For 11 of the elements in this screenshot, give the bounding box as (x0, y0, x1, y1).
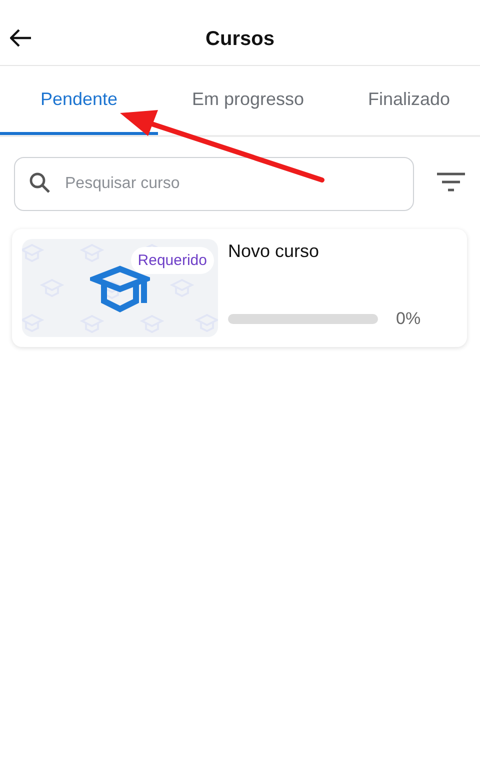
course-title: Novo curso (228, 241, 320, 262)
tab[interactable]: Finalizado (338, 66, 480, 135)
search-field[interactable]: Pesquisar curso (14, 157, 414, 211)
progress-percent: 0% (396, 309, 421, 329)
page-title: Cursos (206, 28, 274, 51)
search-icon (29, 172, 51, 194)
course-card[interactable]: Requerido Novo curso 0% (12, 229, 467, 347)
filter-icon (436, 172, 466, 192)
required-tag: Requerido (130, 247, 214, 274)
back-arrow-icon (10, 29, 32, 47)
tab[interactable]: Em progresso (158, 66, 338, 135)
